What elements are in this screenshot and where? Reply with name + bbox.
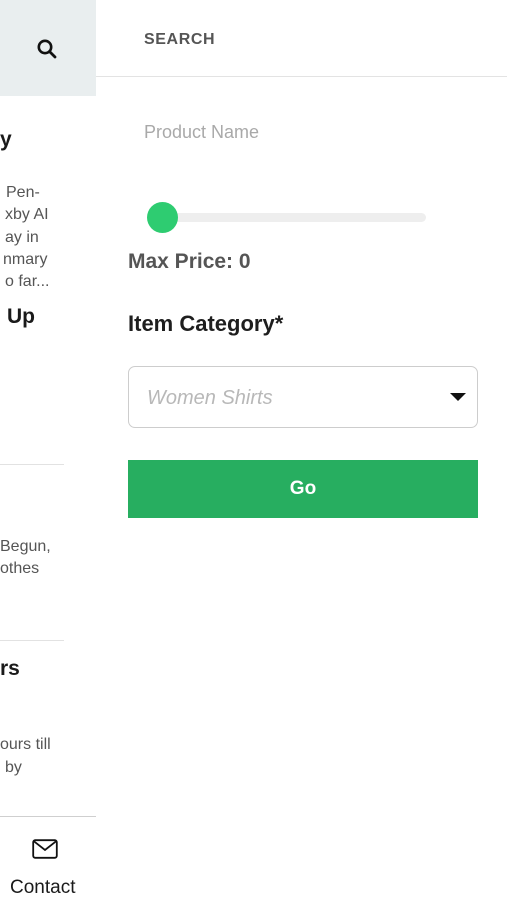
go-button[interactable]: Go: [128, 460, 478, 518]
drawer-header: SEARCH: [96, 0, 507, 77]
background-search-bar[interactable]: [0, 0, 96, 96]
article-snippet-line: Pen-: [6, 184, 40, 201]
article-snippet-line: xby AI: [5, 206, 49, 223]
background-page: y Pen- xby AI ay in nmary o far... Up Be…: [0, 0, 96, 900]
mail-icon: [32, 839, 58, 859]
drawer-title: SEARCH: [144, 31, 216, 48]
item-category-value: Women Shirts: [147, 387, 273, 409]
search-drawer: SEARCH Max Price: 0 Item Category* Women…: [96, 0, 507, 900]
item-category-label: Item Category*: [128, 311, 284, 336]
article-title: Up: [7, 305, 35, 328]
bottom-nav: Contact: [0, 816, 96, 900]
article-snippet-line: othes: [0, 560, 40, 577]
article-snippet-line: nmary: [3, 251, 48, 268]
article-snippet-line: o far...: [5, 273, 50, 290]
article-title: y: [0, 128, 12, 151]
price-slider-thumb[interactable]: [147, 202, 178, 233]
article-snippet-line: by: [5, 759, 22, 776]
max-price-label: Max Price: 0: [128, 250, 251, 273]
item-category-select[interactable]: Women Shirts: [128, 366, 478, 428]
article-snippet-line: ours till: [0, 736, 51, 753]
article-divider: [0, 640, 64, 641]
article-snippet-line: ay in: [5, 229, 39, 246]
search-icon[interactable]: [36, 38, 58, 60]
price-slider[interactable]: [144, 199, 429, 235]
price-slider-track[interactable]: [162, 213, 426, 222]
article-divider: [0, 464, 64, 465]
article-title: rs: [0, 657, 20, 680]
dropdown-caret-icon: [450, 393, 466, 401]
article-snippet-line: Begun,: [0, 538, 51, 555]
contact-label: Contact: [10, 877, 76, 898]
product-name-input[interactable]: [140, 112, 440, 152]
